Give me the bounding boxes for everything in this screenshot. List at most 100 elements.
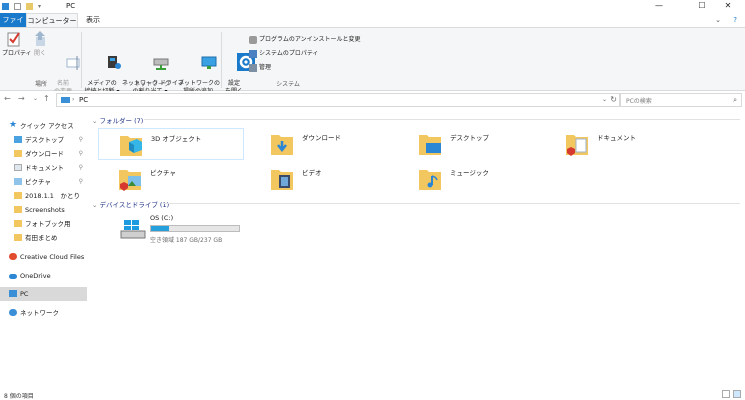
pin-icon[interactable]: ⚲: [79, 161, 83, 175]
sidebar-item-downloads[interactable]: ダウンロード ⚲: [0, 147, 87, 161]
folder-icon: [14, 206, 22, 213]
folder-desktop[interactable]: デスクトップ: [398, 128, 544, 160]
folder-icon: [14, 220, 22, 227]
ribbon: プロパティ 開く 名前 の変更 場所 メディアの 接続と切断 ▾ ネットワーク …: [0, 27, 745, 95]
close-button[interactable]: ✕: [711, 0, 745, 13]
folder-label: ミュージック: [450, 169, 489, 177]
navigation-pane: ★ クイック アクセス デスクトップ ⚲ ダウンロード ⚲ ドキュメント ⚲ ピ…: [0, 113, 88, 390]
sidebar-item-documents[interactable]: ドキュメント ⚲: [0, 161, 87, 175]
drive-name: OS (C:): [150, 214, 174, 222]
sidebar-item-quick-access[interactable]: ★ クイック アクセス: [0, 119, 87, 133]
ribbon-tabs: ファイル コンピューター 表示 ⌄ ?: [0, 13, 745, 38]
sidebar-label: OneDrive: [20, 272, 51, 280]
quick-access-dropdown-icon[interactable]: ▾: [38, 3, 45, 10]
refresh-icon[interactable]: ↻: [610, 95, 617, 104]
search-box[interactable]: PCの検索 ⌕: [620, 93, 742, 107]
uninstall-icon: [249, 35, 257, 44]
pin-icon[interactable]: ⚲: [79, 133, 83, 147]
sidebar-item-network[interactable]: ネットワーク: [0, 306, 87, 320]
section-divider: [144, 119, 740, 120]
sidebar-item-arita[interactable]: 有田まとめ: [0, 231, 87, 245]
drives-section-header[interactable]: ⌄ デバイスとドライブ (1): [92, 199, 742, 209]
open-button[interactable]: 開く: [30, 30, 50, 58]
sidebar-item-screenshots[interactable]: Screenshots: [0, 203, 87, 217]
new-folder-quick-icon[interactable]: [26, 3, 33, 10]
network-group-label: ネットワーク: [133, 81, 170, 88]
drive-free-space: 空き領域 187 GB/237 GB: [150, 237, 223, 244]
open-icon: [32, 30, 48, 48]
open-label: 開く: [33, 50, 46, 57]
back-icon[interactable]: ←: [4, 94, 11, 103]
manage-label: 管理: [259, 64, 272, 71]
up-icon[interactable]: ↑: [43, 94, 50, 103]
manage-button[interactable]: 管理: [249, 62, 271, 72]
sidebar-item-pictures[interactable]: ピクチャ ⚲: [0, 175, 87, 189]
details-view-icon[interactable]: [722, 390, 730, 398]
media-icon: [94, 45, 122, 69]
address-row: ← → ⌄ ↑ › PC ⌄ ↻ PCの検索 ⌕: [0, 91, 745, 109]
downloads-icon: [271, 135, 293, 155]
pin-icon[interactable]: ⚲: [79, 175, 83, 189]
sidebar-item-photobook[interactable]: フォトブック用: [0, 217, 87, 231]
3d-objects-icon: [120, 136, 142, 156]
collapse-chevron-icon: ⌄: [92, 201, 98, 209]
address-path: PC: [79, 96, 89, 104]
sidebar-item-folder[interactable]: 2018.1.1 かとり: [0, 189, 87, 203]
drive-os-c[interactable]: OS (C:) 空き領域 187 GB/237 GB: [118, 212, 248, 246]
search-placeholder: PCの検索: [626, 98, 652, 105]
breadcrumb-chevron-icon[interactable]: ›: [72, 96, 74, 103]
downloads-icon: [14, 150, 22, 157]
tab-file[interactable]: ファイル: [0, 13, 26, 38]
folder-label: デスクトップ: [450, 134, 489, 142]
folder-downloads[interactable]: ダウンロード: [250, 128, 396, 160]
system-properties-button[interactable]: システムのプロパティ: [249, 48, 318, 58]
uninstall-programs-button[interactable]: プログラムのアンインストールと変更: [249, 34, 360, 44]
address-dropdown-icon[interactable]: ⌄: [602, 96, 607, 103]
sidebar-label: クイック アクセス: [20, 122, 74, 130]
drive-usage-fill: [151, 226, 170, 231]
folder-videos[interactable]: ビデオ: [250, 163, 396, 195]
desktop-icon: [419, 135, 441, 155]
sidebar-label: ダウンロード: [25, 150, 64, 158]
location-group-label: 場所: [34, 81, 47, 88]
folders-section-header[interactable]: ⌄ フォルダー (7): [92, 115, 742, 125]
folder-documents[interactable]: ドキュメント: [545, 128, 691, 160]
explorer-icon: [2, 3, 9, 10]
large-icons-view-icon[interactable]: [733, 390, 741, 398]
title-bar: ▾ PC — ☐ ✕: [0, 0, 745, 13]
tab-view[interactable]: 表示: [78, 13, 108, 27]
folder-pictures[interactable]: ピクチャ: [98, 163, 244, 195]
settings-icon: [226, 45, 256, 71]
network-location-icon: [190, 45, 217, 69]
pictures-icon: [119, 170, 141, 191]
sidebar-label: フォトブック用: [25, 220, 71, 228]
sidebar-item-pc[interactable]: PC: [0, 287, 87, 301]
sidebar-label: PC: [20, 290, 29, 298]
drives-header-label: デバイスとドライブ (1): [99, 201, 170, 209]
properties-quick-icon[interactable]: [14, 3, 21, 10]
ribbon-separator: [81, 32, 82, 88]
folder-label: ドキュメント: [597, 134, 636, 142]
address-bar[interactable]: › PC ⌄ ↻: [56, 93, 620, 107]
windows-drive-icon: [120, 220, 146, 239]
folder-3d-objects[interactable]: 3D オブジェクト: [98, 128, 244, 160]
sidebar-label: ネットワーク: [20, 309, 59, 317]
help-icon[interactable]: ?: [733, 16, 737, 24]
folder-icon: [14, 234, 22, 241]
sidebar-label: 有田まとめ: [25, 234, 58, 242]
folder-music[interactable]: ミュージック: [398, 163, 544, 195]
tab-computer[interactable]: コンピューター: [26, 13, 78, 27]
minimize-button[interactable]: —: [642, 0, 676, 13]
onedrive-icon: [9, 274, 17, 279]
sidebar-item-desktop[interactable]: デスクトップ ⚲: [0, 133, 87, 147]
collapse-ribbon-icon[interactable]: ⌄: [715, 16, 721, 24]
desktop-icon: [14, 136, 22, 143]
properties-button[interactable]: プロパティ: [2, 30, 32, 58]
pin-icon[interactable]: ⚲: [79, 147, 83, 161]
sidebar-item-onedrive[interactable]: OneDrive: [0, 269, 87, 283]
recent-locations-icon[interactable]: ⌄: [33, 95, 38, 102]
forward-icon[interactable]: →: [18, 94, 25, 103]
manage-icon: [249, 63, 257, 72]
sidebar-label: ドキュメント: [25, 164, 64, 172]
sidebar-item-creative-cloud[interactable]: Creative Cloud Files: [0, 250, 87, 264]
